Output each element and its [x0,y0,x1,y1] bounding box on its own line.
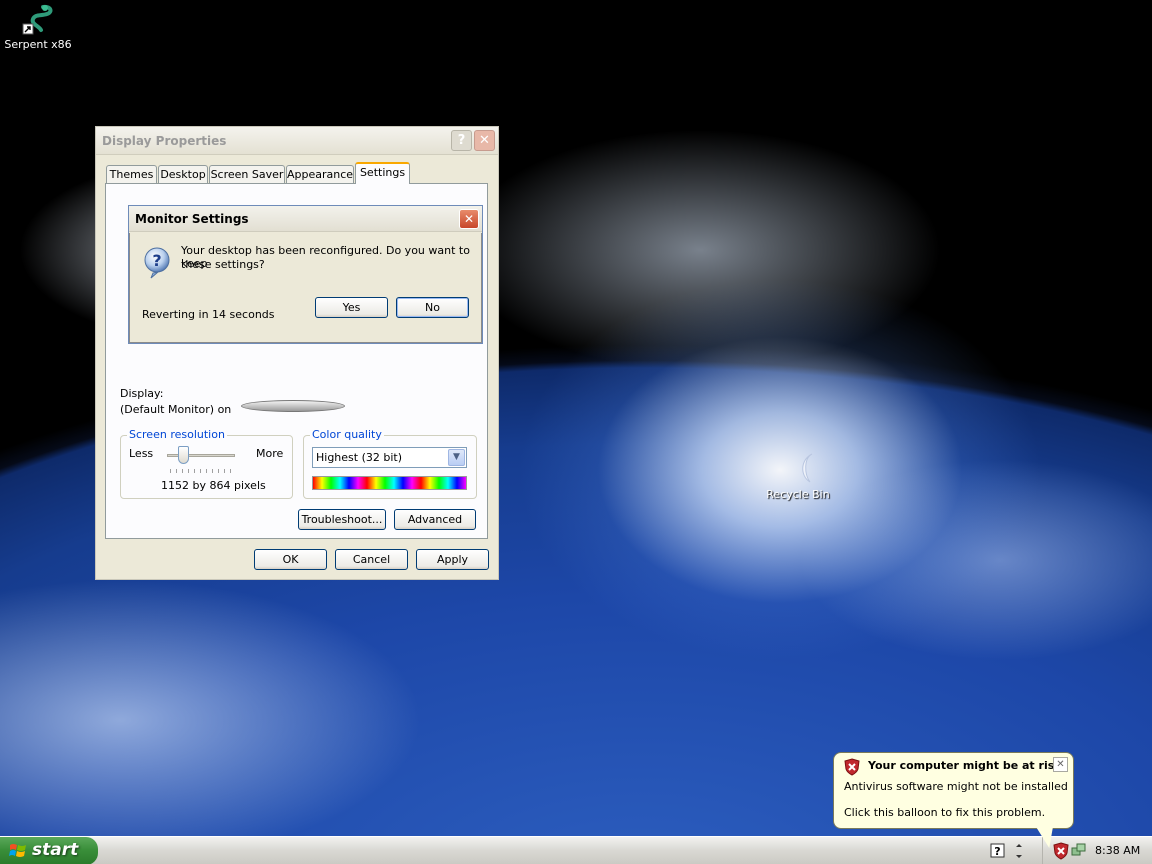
tab-themes[interactable]: Themes [106,165,157,184]
dialog-title: Monitor Settings [135,212,249,226]
recycle-bin-icon [802,453,813,483]
start-button[interactable]: start [0,837,98,864]
windows-logo-icon [9,844,26,857]
desktop-icon-label: Serpent x86 [4,38,72,51]
yes-button[interactable]: Yes [315,297,388,318]
help-button[interactable]: ? [451,130,472,151]
serpent-icon [22,4,53,35]
no-button[interactable]: No [396,297,469,318]
color-spectrum-bar [312,476,467,490]
dialog-title-bar[interactable]: Monitor Settings ✕ [129,206,482,232]
troubleshoot-button[interactable]: Troubleshoot... [298,509,386,530]
less-label: Less [129,447,154,460]
shield-warning-icon [844,758,860,776]
screen-resolution-title: Screen resolution [127,428,227,441]
taskbar: start ? 8:38 AM [0,836,1152,864]
tab-desktop[interactable]: Desktop [158,165,208,184]
chevron-down-icon[interactable]: ▼ [448,449,465,466]
desktop-icon-recycle-bin[interactable]: Recycle Bin [762,450,834,501]
question-icon: ? [144,247,170,279]
network-icon[interactable] [1071,842,1087,858]
tab-screen-saver[interactable]: Screen Saver [209,165,285,184]
resolution-slider-track[interactable] [167,454,235,457]
apply-button[interactable]: Apply [416,549,489,570]
color-quality-title: Color quality [310,428,384,441]
monitor-settings-dialog: Monitor Settings ✕ ? Your desktop has be… [128,205,483,344]
cancel-button[interactable]: Cancel [335,549,408,570]
ok-button[interactable]: OK [254,549,327,570]
close-button[interactable]: ✕ [474,130,495,151]
help-tray-icon[interactable]: ? [990,843,1006,859]
balloon-title: Your computer might be at risk [868,759,1062,772]
tab-appearance[interactable]: Appearance [286,165,354,184]
color-quality-value: Highest (32 bit) [316,451,403,464]
balloon-close-button[interactable]: ✕ [1053,757,1068,772]
balloon-line2: Click this balloon to fix this problem. [844,806,1046,819]
svg-text:?: ? [994,845,1000,858]
security-balloon[interactable]: Your computer might be at risk ✕ Antivir… [833,752,1074,829]
clock[interactable]: 8:38 AM [1095,844,1140,857]
desktop-icon-serpent[interactable]: Serpent x86 [4,4,72,51]
slider-ticks [170,469,233,473]
screen-resolution-group: Screen resolution Less More 1152 by 864 … [120,428,293,499]
color-quality-select[interactable]: Highest (32 bit) ▼ [312,447,467,468]
start-label: start [32,840,79,860]
monitor-stand-image [241,400,345,412]
svg-text:?: ? [152,251,161,270]
color-quality-group: Color quality Highest (32 bit) ▼ [303,428,477,499]
resolution-value: 1152 by 864 pixels [161,479,266,492]
tab-settings[interactable]: Settings [355,162,410,184]
display-properties-window: Display Properties ? ✕ Themes Desktop Sc… [95,126,499,580]
dialog-body: ? Your desktop has been reconfigured. Do… [129,233,482,343]
more-label: More [256,447,284,460]
display-label: Display: [120,387,164,400]
title-bar[interactable]: Display Properties ? ✕ [96,127,498,155]
show-hidden-icons-chevron-icon[interactable] [1014,843,1024,859]
resolution-slider-thumb[interactable] [178,446,190,464]
display-value: (Default Monitor) on [120,403,232,416]
dialog-close-button[interactable]: ✕ [459,209,479,229]
dialog-message-line2: these settings? [181,258,265,271]
advanced-button[interactable]: Advanced [394,509,476,530]
window-title: Display Properties [102,134,227,148]
balloon-line1: Antivirus software might not be installe… [844,780,1068,793]
revert-countdown: Reverting in 14 seconds [142,308,275,321]
desktop-icon-label: Recycle Bin [766,488,830,501]
